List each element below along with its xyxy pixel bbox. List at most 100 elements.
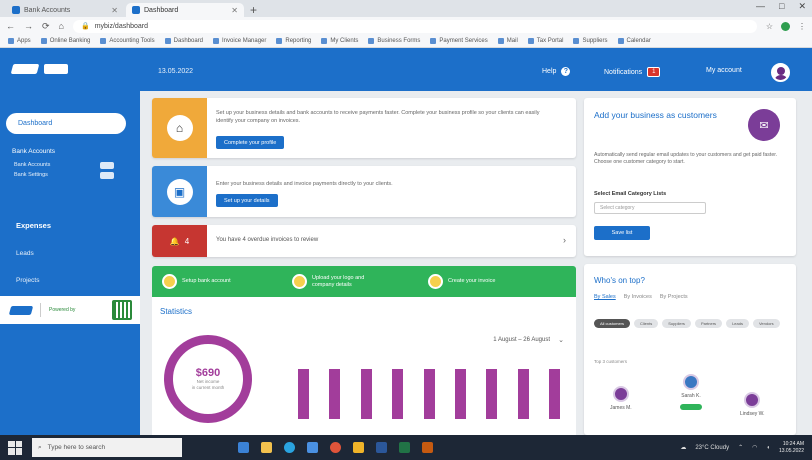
chart-bar[interactable] [360,369,372,419]
filter-chip[interactable]: Leads [726,319,749,328]
store-icon[interactable] [307,442,318,453]
chevron-right-icon[interactable]: › [563,235,566,245]
weather-text[interactable]: 23°C Cloudy [695,445,729,451]
user-menu[interactable]: My account [706,67,742,74]
onboarding-step[interactable]: Create your invoice [428,274,548,289]
tab-by-invoices[interactable]: By Invoices [624,294,652,300]
windows-start-icon[interactable] [8,440,22,455]
chevron-up-icon[interactable]: ⌃ [738,444,743,451]
filter-chip[interactable]: Suppliers [662,319,691,328]
tab-by-sales[interactable]: By Sales [594,294,616,300]
chart-bar[interactable] [298,369,309,419]
excel-icon[interactable] [399,442,410,453]
chart-bar[interactable] [329,369,341,419]
extension-icon[interactable] [781,21,790,31]
onboarding-step[interactable]: Setup bank account [162,274,282,289]
sidebar-item-bank-accounts[interactable]: Bank Accounts [12,148,55,155]
bookmark-label: Reporting [285,38,312,44]
reload-button[interactable]: ⟳ [42,21,50,32]
new-tab-button[interactable]: + [250,3,257,17]
bookmark-item[interactable]: Online Banking [40,38,90,44]
bookmark-item[interactable]: Calendar [617,38,651,44]
tab-close-icon[interactable]: ✕ [111,6,118,15]
avatar[interactable] [771,63,790,82]
complete-profile-button[interactable]: Complete your profile [216,136,285,149]
bookmark-item[interactable]: Reporting [276,38,311,44]
close-window-button[interactable]: ✕ [798,1,806,12]
home-button[interactable]: ⌂ [59,21,64,31]
chart-bar[interactable] [392,369,404,419]
bookmark-item[interactable]: My Clients [321,38,358,44]
notifications-link[interactable]: Notifications 1 [604,67,661,77]
help-link[interactable]: Help ? [542,67,571,76]
overdue-alert[interactable]: 🔔 4 You have 4 overdue invoices to revie… [152,225,576,257]
word-icon[interactable] [376,442,387,453]
tab-by-projects[interactable]: By Projects [660,294,688,300]
sidebar-subitem[interactable]: Bank Accounts [14,162,50,168]
date-range-picker[interactable]: 1 August – 26 August [493,337,550,343]
sidebar-subitem-badge [100,172,114,179]
setup-details-button[interactable]: Set up your details [216,194,278,207]
bookmark-item[interactable]: Apps [8,38,31,44]
chart-bar[interactable] [549,369,560,419]
bookmark-item[interactable]: Invoice Manager [213,38,266,44]
edge-icon[interactable] [284,442,295,453]
bookmark-item[interactable]: Suppliers [573,38,608,44]
back-button[interactable]: ← [6,21,15,31]
sidebar-item-dashboard[interactable]: Dashboard [6,113,126,134]
minimize-button[interactable]: — [756,1,765,12]
bookmark-item[interactable]: Tax Portal [527,38,563,44]
chevron-down-icon[interactable]: ⌄ [558,336,564,344]
bookmark-item[interactable]: Business Forms [368,38,420,44]
bell-icon: 🔔 [169,236,180,246]
top-customer[interactable]: Sarah K. [680,374,702,410]
weather-icon[interactable]: ☁ [680,444,686,451]
sidebar-partner-card[interactable]: Powered by [0,296,140,324]
bookmark-item[interactable]: Dashboard [164,38,203,44]
taskbar-search[interactable]: ⌕ Type here to search [32,438,182,457]
sticky-notes-icon[interactable] [353,442,364,453]
browser-tab[interactable]: Bank Accounts ✕ [6,3,124,17]
onboarding-step[interactable]: Upload your logo and company details [292,274,422,289]
sidebar-subitem[interactable]: Bank Settings [14,172,48,178]
chart-bar[interactable] [423,369,435,419]
card-text: Set up your business details and bank ac… [216,110,540,124]
user-label: My account [706,67,742,74]
speaker-icon[interactable]: ◖ [766,445,770,451]
url-field[interactable]: 🔒 mybiz/dashboard [72,19,757,33]
partner-text: Powered by [49,307,76,313]
customer-name: Sarah K. [681,393,701,399]
top-customer[interactable]: James M. [610,386,632,411]
sidebar-section-heading[interactable]: Expenses [16,221,51,230]
file-explorer-icon[interactable] [261,442,272,453]
menu-icon[interactable]: ⋮ [798,22,806,31]
forward-button[interactable]: → [24,21,33,31]
star-icon[interactable]: ☆ [766,22,773,31]
bookmark-item[interactable]: Accounting Tools [100,38,155,44]
save-list-button[interactable]: Save list [594,226,650,240]
bookmark-item[interactable]: Payment Services [430,38,488,44]
sidebar-item-leads[interactable]: Leads [16,250,34,257]
browser-tab-active[interactable]: Dashboard ✕ [126,3,244,17]
bookmark-item[interactable]: Mail [497,38,518,44]
list-label: Top 3 customers [594,359,628,364]
tab-close-icon[interactable]: ✕ [231,6,238,15]
chart-bar[interactable] [517,369,529,419]
wifi-icon[interactable]: ◠ [752,444,757,451]
chart-bar[interactable] [486,369,498,419]
filter-chip[interactable]: Clients [634,319,659,328]
maximize-button[interactable]: □ [779,1,784,12]
filter-chip[interactable]: Vendors [752,319,780,328]
top-customer[interactable]: Lindsey W. [740,392,764,417]
chart-bar[interactable] [454,369,466,419]
filter-chip[interactable]: All customers [594,319,631,328]
task-view-icon[interactable] [238,442,249,453]
filter-chip[interactable]: Partners [694,319,723,328]
category-select[interactable]: Select category [594,202,706,214]
clock[interactable]: 10:24 AM 13.05.2022 [779,441,804,455]
brand-logo[interactable] [10,62,72,76]
chrome-icon[interactable] [330,442,341,453]
sidebar-item-projects[interactable]: Projects [16,277,39,284]
winner-badge [680,404,702,410]
powerpoint-icon[interactable] [422,442,433,453]
